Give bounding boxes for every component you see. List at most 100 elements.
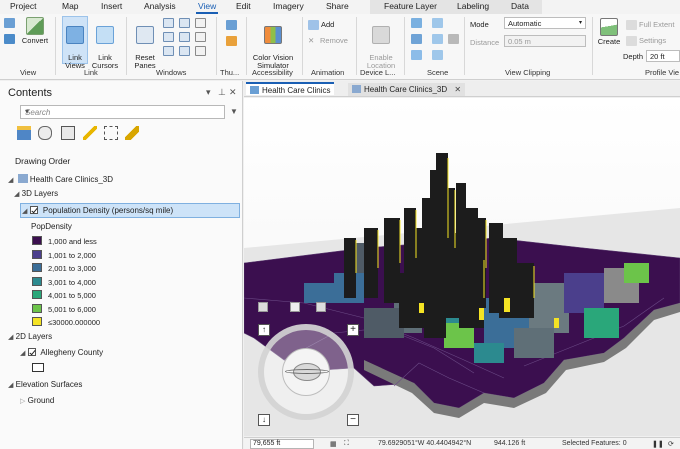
create-profile-button[interactable]: Create [596,18,622,46]
pane-icon-8[interactable] [195,32,206,42]
pane-menu-icon[interactable]: ▾ [206,87,211,98]
download-icon[interactable] [226,36,237,46]
tilt-down-button[interactable]: ↓ [258,414,270,426]
distance-field[interactable]: 0.05 m [504,35,586,47]
allegheny-county-layer[interactable]: ◢ Allegheny County [20,348,103,357]
search-input[interactable]: Search ▾ [20,105,225,119]
settings-button[interactable]: Settings [639,36,666,45]
drawing-order-icon[interactable] [17,126,31,140]
link-views-button[interactable]: Link Views [62,18,88,70]
legend-swatch[interactable] [32,303,42,313]
color-vision-simulator-button[interactable]: Color Vision Simulator [250,18,296,70]
data-source-icon[interactable] [38,126,52,140]
tab-share[interactable]: Share [326,1,349,11]
tab-analysis[interactable]: Analysis [144,1,176,11]
tab-edit[interactable]: Edit [236,1,251,11]
tab-map[interactable]: Map [62,1,79,11]
enable-location-button[interactable]: Enable Location [361,18,401,70]
pane-icon-2[interactable] [163,32,174,42]
full-extent-button[interactable]: Full Extent [639,20,674,29]
thumbnail-icon[interactable] [226,20,237,30]
navigator-center[interactable] [282,348,330,396]
filter-icon[interactable]: ▼ [230,107,238,116]
county-symbol[interactable] [32,363,44,372]
tab-health-care-clinics[interactable]: Health Care Clinics [246,82,335,95]
scene-icon-6[interactable] [432,50,443,60]
refresh-icon[interactable]: ⟳ [668,440,674,448]
expand-icon[interactable]: ◢ [8,334,13,341]
expand-icon[interactable]: ◢ [8,382,13,389]
tab-feature-layer[interactable]: Feature Layer [384,1,437,11]
reset-panes-button[interactable]: Reset Panes [130,18,160,70]
scene-view[interactable]: ↑ ↓ + − [244,98,680,436]
pane-icon-9[interactable] [195,46,206,56]
legend-swatch[interactable] [32,263,42,272]
expand-icon[interactable]: ◢ [8,177,13,184]
visibility-checkbox[interactable] [29,206,38,214]
scene-icon-2[interactable] [411,34,422,44]
scene-icon-5[interactable] [432,34,443,44]
expand-icon[interactable]: ◢ [22,208,27,215]
scene-icon-7[interactable] [448,34,459,44]
pause-icon[interactable]: ❚❚ [652,440,664,448]
mode-select[interactable]: Automatic ▾ [504,17,586,29]
zoom-out-button[interactable]: − [347,414,359,426]
tab-data[interactable]: Data [511,1,529,11]
navigator[interactable] [258,324,354,420]
scene-icon-1[interactable] [411,18,422,28]
zoom-in-button[interactable]: + [347,324,359,336]
tab-project[interactable]: Project [10,1,36,11]
legend-swatch[interactable] [32,317,42,326]
remove-button[interactable]: Remove [320,36,348,45]
depth-field[interactable]: 20 ft [646,50,680,62]
convert-button[interactable]: Convert [20,17,50,45]
scale-field[interactable]: 79,655 ft [250,439,314,449]
tab-insert[interactable]: Insert [101,1,122,11]
editing-icon[interactable] [83,126,97,140]
close-icon[interactable]: ✕ [229,87,237,98]
add-button[interactable]: Add [321,20,334,29]
scene-node[interactable]: ◢ Health Care Clinics_3D [8,174,113,184]
legend-swatch[interactable] [32,290,42,299]
legend-swatch[interactable] [32,276,42,286]
elevation-surfaces-node[interactable]: ◢ Elevation Surfaces [8,380,82,389]
tab-health-care-clinics-3d[interactable]: Health Care Clinics_3D ✕ [348,83,466,96]
selection-icon[interactable] [61,126,75,140]
full-extent-icon[interactable] [290,302,300,312]
link-cursors-button[interactable]: Link Cursors [91,18,119,70]
pane-icon-4[interactable] [179,18,190,28]
scene-icon-3[interactable] [411,50,422,60]
scene-icon-4[interactable] [432,18,443,28]
tab-labeling[interactable]: Labeling [457,1,489,11]
2d-layers-node[interactable]: ◢ 2D Layers [8,332,52,341]
tilt-up-button[interactable]: ↑ [258,324,270,336]
population-density-layer[interactable]: ◢ Population Density (persons/sq mile) [22,206,173,215]
pane-icon-5[interactable] [179,32,190,42]
pane-icon-1[interactable] [163,18,174,28]
close-tab-icon[interactable]: ✕ [454,85,461,94]
camera-icon[interactable] [316,302,326,312]
scene-view-icon[interactable] [4,34,15,44]
legend-swatch[interactable] [32,249,42,259]
expand-icon[interactable]: ◢ [20,350,25,357]
tab-view[interactable]: View [195,1,219,14]
search-dropdown-icon[interactable]: ▾ [25,107,220,116]
ground-node[interactable]: ▷ Ground [20,396,54,405]
map-view-icon[interactable] [4,18,15,28]
legend-label: 3,001 to 4,000 [48,277,96,287]
grid-icon[interactable]: ▦ [330,440,337,448]
visibility-checkbox[interactable] [27,348,36,356]
snapping-icon[interactable] [104,126,118,140]
pane-icon-6[interactable] [179,46,190,56]
expand-icon[interactable]: ◢ [14,191,19,198]
3d-layers-node[interactable]: ◢ 3D Layers [14,189,58,198]
lock-icon[interactable]: ⛶ [344,440,349,448]
tab-imagery[interactable]: Imagery [273,1,304,11]
legend-swatch[interactable] [32,236,42,245]
pane-icon-3[interactable] [163,46,174,56]
labeling-icon[interactable] [125,126,139,140]
pin-icon[interactable]: ⊥ [218,87,226,98]
collapse-icon[interactable]: ▷ [20,398,25,405]
navigator-toggle-icon[interactable] [258,302,268,312]
pane-icon-7[interactable] [195,18,206,28]
